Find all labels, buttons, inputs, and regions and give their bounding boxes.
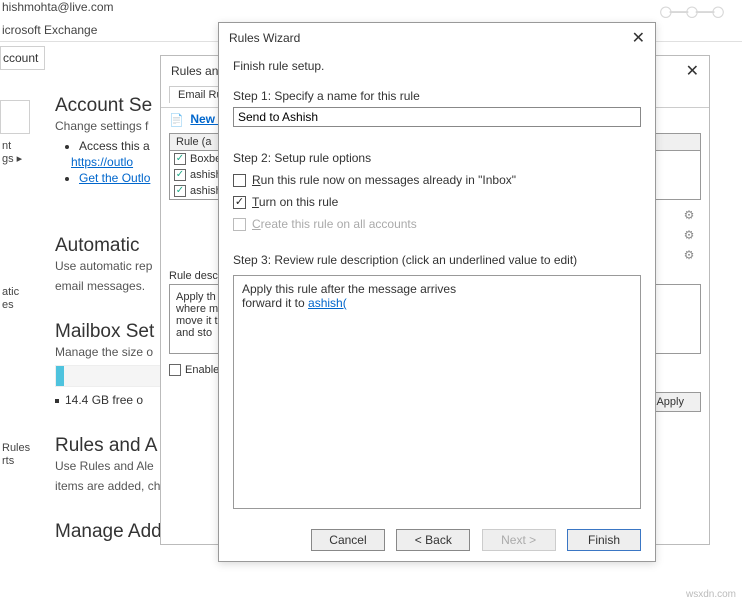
outlook-app-link[interactable]: Get the Outlo xyxy=(79,171,150,185)
nav-text-es: es xyxy=(0,299,35,312)
run-now-checkbox-row[interactable]: Run this rule now on messages already in… xyxy=(233,173,641,187)
rule-action-icons: ⚙ ⚙ ⚙ xyxy=(681,208,699,268)
cancel-button[interactable]: Cancel xyxy=(311,529,385,551)
wizard-title: Rules Wizard xyxy=(229,31,300,45)
all-accounts-checkbox xyxy=(233,218,246,231)
rule-name-input[interactable] xyxy=(233,107,641,127)
rule-icon: ⚙ xyxy=(681,248,697,266)
back-button[interactable]: < Back xyxy=(396,529,470,551)
left-nav-partial: nt gs ▸ atic es Rules rts xyxy=(0,100,35,468)
wizard-heading: Finish rule setup. xyxy=(233,59,641,73)
all-accounts-checkbox-row: Create this rule on all accounts xyxy=(233,217,641,231)
step2-label: Step 2: Setup rule options xyxy=(233,151,641,165)
run-now-checkbox[interactable] xyxy=(233,174,246,187)
wizard-close-icon[interactable]: ✕ xyxy=(632,28,645,48)
rules-dialog-close-icon[interactable]: ✕ xyxy=(686,61,699,81)
step1-label: Step 1: Specify a name for this rule xyxy=(233,89,641,103)
review-line-2: forward it to ashish( xyxy=(242,296,632,310)
watermark: wsxdn.com xyxy=(686,589,736,600)
rules-wizard-dialog: Rules Wizard ✕ Finish rule setup. Step 1… xyxy=(218,22,656,562)
turn-on-checkbox-row[interactable]: Turn on this rule xyxy=(233,195,641,209)
finish-button[interactable]: Finish xyxy=(567,529,641,551)
rule-review-box: Apply this rule after the message arrive… xyxy=(233,275,641,509)
run-now-label: Run this rule now on messages already in… xyxy=(252,173,516,187)
next-button: Next > xyxy=(482,529,556,551)
turn-on-label: Turn on this rule xyxy=(252,195,338,209)
outlook-web-link[interactable]: https://outlo xyxy=(71,155,133,169)
storage-free-text: 14.4 GB free o xyxy=(65,393,143,407)
nav-text-atic: atic xyxy=(0,286,35,299)
new-rule-icon: 📄 xyxy=(169,113,183,127)
nav-text-gs: gs ▸ xyxy=(0,153,35,166)
rule-icon: ⚙ xyxy=(681,228,697,246)
nav-icon-1[interactable] xyxy=(0,100,30,134)
forward-recipient-link[interactable]: ashish( xyxy=(308,296,347,310)
all-accounts-label: Create this rule on all accounts xyxy=(252,217,417,231)
account-email: hishmohta@live.com xyxy=(0,0,742,18)
turn-on-checkbox[interactable] xyxy=(233,196,246,209)
nav-text-rts: rts xyxy=(0,455,35,468)
nav-text-nt: nt xyxy=(0,140,35,153)
review-line-1: Apply this rule after the message arrive… xyxy=(242,282,632,296)
decorative-lines: ○─○─○ xyxy=(658,0,722,27)
account-button-partial[interactable]: ccount xyxy=(0,46,45,70)
step3-label: Step 3: Review rule description (click a… xyxy=(233,253,641,267)
rule-icon: ⚙ xyxy=(681,208,697,226)
nav-text-rules: Rules xyxy=(0,442,35,455)
